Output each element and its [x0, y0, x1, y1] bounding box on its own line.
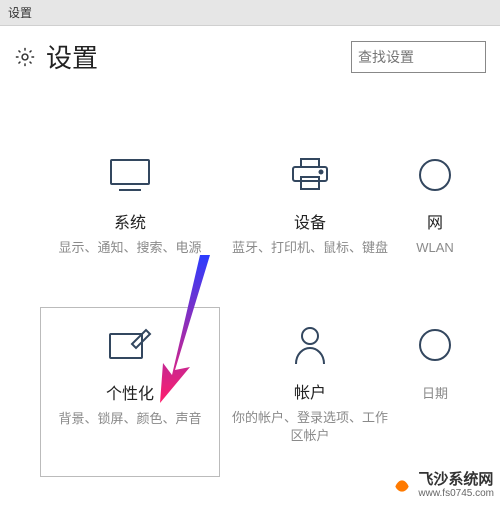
search-box[interactable] — [351, 41, 486, 73]
personalize-icon — [106, 322, 154, 370]
window-titlebar: 设置 — [0, 0, 500, 26]
globe-icon — [415, 151, 455, 199]
tile-title: 帐户 — [294, 379, 326, 403]
search-input[interactable] — [358, 49, 479, 65]
printer-icon — [287, 151, 333, 199]
watermark-logo-icon — [392, 475, 412, 495]
tile-desc: 日期 — [422, 385, 448, 403]
tile-accounts[interactable]: 帐户 你的帐户、登录选项、工作区帐户 — [220, 307, 400, 477]
tile-desc: 背景、锁屏、颜色、声音 — [58, 410, 201, 428]
tile-desc: 显示、通知、搜索、电源 — [58, 239, 201, 257]
settings-grid: 系统 显示、通知、搜索、电源 设备 蓝牙、打印机、鼠标、键盘 网 — [0, 89, 500, 477]
person-icon — [290, 321, 330, 369]
tile-desc: 你的帐户、登录选项、工作区帐户 — [230, 409, 390, 445]
watermark-name: 飞沙系统网 — [418, 472, 494, 489]
header: 设置 — [0, 26, 500, 89]
tile-title: 设备 — [294, 209, 326, 233]
gear-icon — [14, 46, 36, 68]
tile-desc: 蓝牙、打印机、鼠标、键盘 — [232, 239, 388, 257]
tile-title: 系统 — [114, 209, 146, 233]
tile-time[interactable]: 日期 — [400, 307, 470, 477]
tile-title: 个性化 — [106, 380, 154, 404]
watermark-url: www.fs0745.com — [418, 488, 494, 499]
page-title: 设置 — [46, 38, 351, 75]
tile-network[interactable]: 网 WLAN — [400, 137, 470, 307]
tile-desc: WLAN — [416, 239, 454, 257]
display-icon — [107, 151, 153, 199]
watermark: 飞沙系统网 www.fs0745.com — [392, 472, 494, 500]
clock-icon — [415, 321, 455, 369]
window-title: 设置 — [8, 6, 32, 20]
tile-personalization[interactable]: 个性化 背景、锁屏、颜色、声音 — [40, 307, 220, 477]
tile-system[interactable]: 系统 显示、通知、搜索、电源 — [40, 137, 220, 307]
tile-title: 网 — [427, 209, 443, 233]
tile-devices[interactable]: 设备 蓝牙、打印机、鼠标、键盘 — [220, 137, 400, 307]
